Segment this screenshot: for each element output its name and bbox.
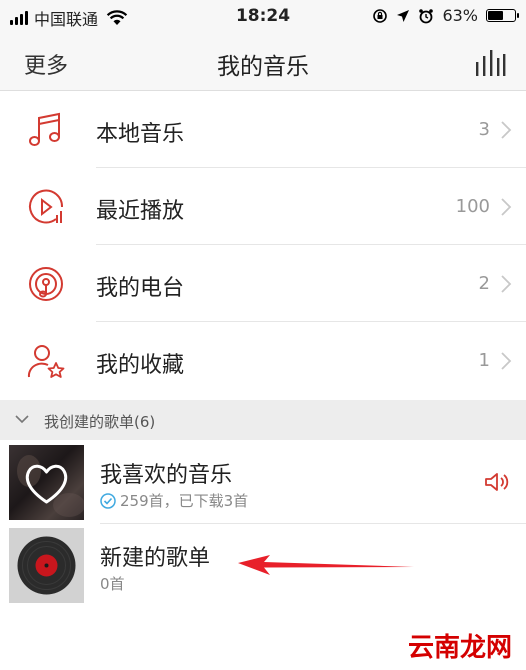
playlist-item[interactable]: 我喜欢的音乐 259首，已下载3首: [0, 441, 526, 524]
chevron-right-icon: [501, 121, 512, 139]
battery-fill: [488, 11, 504, 20]
playlist-title: 新建的歌单: [100, 546, 211, 571]
chevron-down-icon: [15, 415, 29, 424]
menu-count: 2: [478, 273, 490, 294]
heart-icon: [17, 455, 84, 517]
menu-label: 本地音乐: [96, 122, 185, 147]
menu-count: 100: [455, 196, 490, 217]
chevron-right-icon: [501, 198, 512, 216]
battery-icon: [486, 9, 519, 22]
annotation-arrow-icon: [238, 555, 414, 575]
nav-bar: 更多 我的音乐: [0, 34, 526, 91]
watermark: 云南龙网: [407, 633, 512, 663]
menu-count: 3: [478, 119, 490, 140]
menu-label: 我的收藏: [96, 353, 185, 378]
menu-count: 1: [478, 350, 490, 371]
status-right: 63%: [372, 6, 519, 25]
alarm-icon: [419, 8, 434, 23]
playlist-cover: [9, 528, 84, 603]
rotation-lock-icon: [373, 8, 388, 23]
created-playlists-header[interactable]: 我创建的歌单(6): [0, 400, 526, 440]
menu-item-my-favorites[interactable]: 我的收藏 1: [0, 322, 526, 399]
chevron-right-icon: [501, 352, 512, 370]
vinyl-record-icon: [17, 536, 76, 595]
my-music-menu: 本地音乐 3 最近播放 100 我的电台 2 我的收藏 1: [0, 91, 526, 399]
playlist-subtitle-row: 0首: [100, 573, 125, 594]
menu-item-my-radio[interactable]: 我的电台 2: [0, 245, 526, 322]
page-title: 我的音乐: [217, 54, 309, 80]
menu-item-recent-play[interactable]: 最近播放 100: [0, 168, 526, 245]
favorite-user-star-icon: [27, 345, 65, 378]
status-bar: 中国联通 18:24 63%: [0, 0, 526, 34]
downloaded-check-icon: [100, 492, 116, 509]
equalizer-bars-icon[interactable]: [474, 48, 506, 78]
playlist-subtitle: 259首，已下载3首: [120, 492, 249, 510]
radio-icon: [29, 267, 63, 301]
playlist-title: 我喜欢的音乐: [100, 463, 233, 488]
section-title: 我创建的歌单(6): [44, 413, 156, 431]
playlist-cover: [9, 445, 84, 520]
battery-percent: 63%: [442, 6, 478, 25]
menu-label: 最近播放: [96, 199, 185, 224]
music-note-icon: [29, 112, 60, 146]
playlist-subtitle-row: 259首，已下载3首: [100, 490, 248, 511]
recent-play-icon: [29, 189, 64, 224]
menu-label: 我的电台: [96, 276, 185, 301]
menu-item-local-music[interactable]: 本地音乐 3: [0, 91, 526, 168]
location-arrow-icon: [397, 9, 410, 22]
speaker-playing-icon[interactable]: [484, 471, 510, 493]
chevron-right-icon: [501, 275, 512, 293]
playlist-subtitle: 0首: [100, 575, 125, 593]
